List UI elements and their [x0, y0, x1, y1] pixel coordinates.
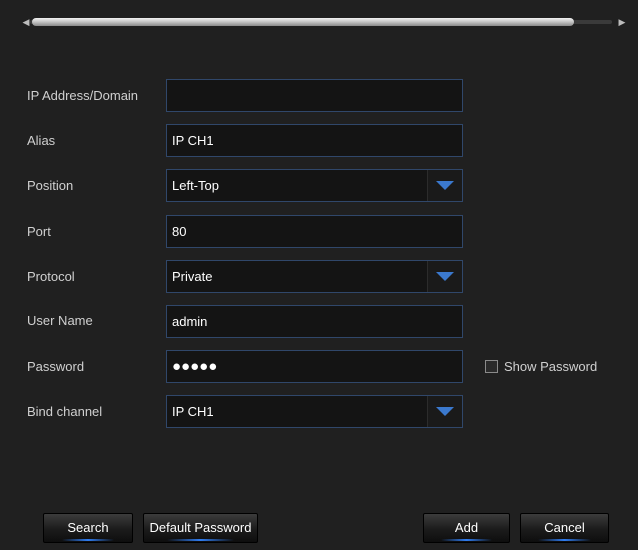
cancel-button-label: Cancel [544, 520, 585, 535]
alias-label: Alias [27, 133, 56, 148]
bind-channel-label: Bind channel [27, 404, 103, 419]
add-ip-camera-dialog: ◀ ▶ IP Address/Domain Alias IP CH1 Posit… [0, 0, 638, 550]
password-label: Password [27, 359, 85, 374]
button-glow [61, 539, 115, 541]
port-input[interactable]: 80 [166, 215, 463, 248]
chevron-down-icon [436, 181, 454, 190]
show-password-checkbox[interactable] [485, 359, 498, 373]
search-button[interactable]: Search [43, 513, 133, 543]
bind-channel-select-value: IP CH1 [172, 404, 214, 419]
scroll-right-icon[interactable]: ▶ [617, 15, 627, 29]
add-button-label: Add [454, 520, 479, 535]
position-label: Position [27, 178, 74, 193]
position-dropdown-button[interactable] [427, 170, 462, 201]
user-name-label: User Name [27, 313, 93, 328]
horizontal-scrollbar-thumb[interactable] [32, 18, 574, 26]
chevron-down-icon [436, 407, 454, 416]
add-button[interactable]: Add [423, 513, 510, 543]
default-password-button-label: Default Password [149, 520, 252, 535]
search-button-label: Search [67, 520, 109, 535]
alias-input[interactable]: IP CH1 [166, 124, 463, 157]
top-scroll-area: ◀ ▶ [0, 0, 638, 56]
protocol-select-value: Private [172, 269, 213, 284]
bind-channel-select[interactable]: IP CH1 [166, 395, 463, 428]
user-name-input[interactable]: admin [166, 305, 463, 338]
protocol-select[interactable]: Private [166, 260, 463, 293]
scroll-left-icon[interactable]: ◀ [21, 15, 31, 29]
chevron-down-icon [436, 272, 454, 281]
show-password-toggle[interactable]: Show Password [485, 357, 597, 375]
default-password-button[interactable]: Default Password [143, 513, 258, 543]
ip-address-label: IP Address/Domain [27, 88, 139, 103]
cancel-button[interactable]: Cancel [520, 513, 609, 543]
ip-address-input[interactable] [166, 79, 463, 112]
show-password-label[interactable]: Show Password [504, 359, 597, 374]
button-glow [441, 539, 492, 541]
position-select-value: Left-Top [172, 178, 219, 193]
protocol-label: Protocol [27, 269, 75, 284]
password-input[interactable]: ●●●●● [166, 350, 463, 383]
button-glow [166, 539, 235, 541]
port-label: Port [27, 224, 51, 239]
bind-channel-dropdown-button[interactable] [427, 396, 462, 427]
protocol-dropdown-button[interactable] [427, 261, 462, 292]
position-select[interactable]: Left-Top [166, 169, 463, 202]
button-glow [538, 539, 591, 541]
